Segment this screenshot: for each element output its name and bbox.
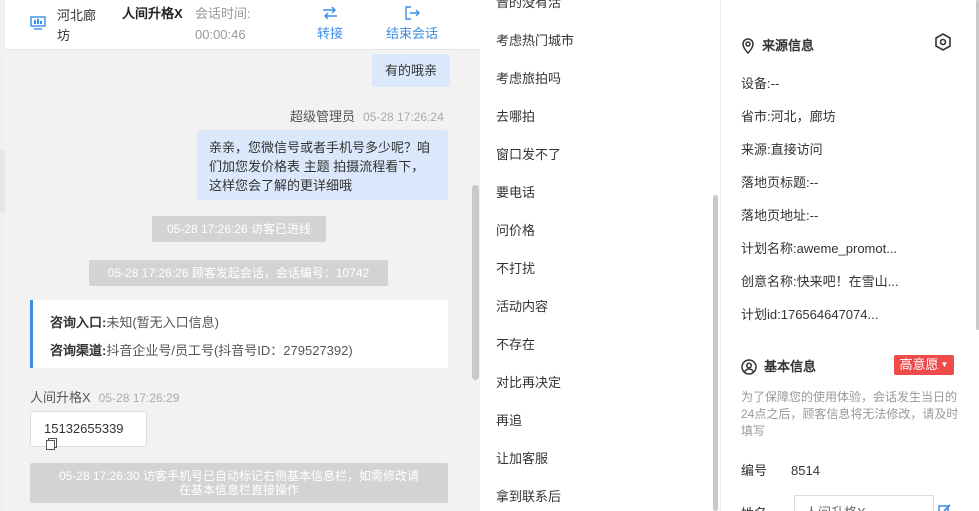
session-time-value: 00:00:46: [195, 27, 246, 42]
info-row-device: 设备:--: [741, 73, 779, 92]
quick-reply-item[interactable]: 活动内容: [496, 296, 548, 315]
quick-reply-item[interactable]: 拿到联系后: [496, 486, 561, 505]
info-value: 河北，廊坊: [770, 109, 836, 124]
message-sender: 超级管理员: [290, 109, 356, 124]
info-value: 176564647074...: [780, 307, 879, 322]
quick-reply-item[interactable]: 不打扰: [496, 258, 535, 277]
quick-reply-item[interactable]: 对比再决定: [496, 372, 561, 391]
chat-panel: 河北廊坊 人间升格X 会话时间: 00:00:46 转接 结束会话 有的哦亲 超…: [5, 0, 480, 511]
customer-name-input[interactable]: 人间升格X: [794, 495, 934, 511]
quick-reply-scrollbar[interactable]: [713, 195, 718, 511]
info-value: --: [809, 175, 819, 190]
info-key: 来源:: [741, 142, 771, 157]
exit-icon: [381, 4, 443, 22]
info-row-landing-url: 落地页地址:--: [741, 205, 818, 224]
quick-reply-item[interactable]: 不存在: [496, 334, 535, 353]
info-value: aweme_promot...: [796, 241, 898, 256]
monitor-icon: [30, 16, 46, 30]
quick-reply-panel: 晋的没有活 考虑热门城市 考虑旅拍吗 去哪拍 窗口发不了 要电话 问价格 不打扰…: [480, 0, 720, 511]
customer-code-row: 编号 8514: [741, 460, 820, 479]
quick-reply-item[interactable]: 窗口发不了: [496, 144, 561, 163]
info-value: 直接访问: [770, 142, 823, 157]
quick-reply-item[interactable]: 问价格: [496, 220, 535, 239]
message-bubble-incoming: 15132655339: [30, 411, 147, 450]
quick-reply-item[interactable]: 考虑旅拍吗: [496, 68, 561, 87]
user-circle-icon: [741, 359, 757, 375]
info-row-landing-title: 落地页标题:--: [741, 172, 818, 191]
consult-channel-value: 抖音企业号/员工号(抖音号ID：279527392): [106, 343, 353, 358]
system-message: 05-28 17:26:30 访客手机号已自动标记右侧基本信息栏，如需修改请 在…: [30, 463, 448, 503]
edit-deadline-notice: 为了保障您的使用体验，会话发生当日的24点之后，顾客信息将无法修改，请及时填写: [741, 390, 959, 438]
customer-code-value: 8514: [791, 463, 820, 478]
info-row-plan-id: 计划id:176564647074...: [741, 304, 878, 323]
chat-scrollbar[interactable]: [472, 185, 479, 380]
phone-number: 15132655339: [44, 421, 124, 436]
message-bubble-outgoing: 有的哦亲: [372, 54, 451, 87]
info-key: 计划名称:: [741, 241, 797, 256]
consult-entry-key: 咨询入口:: [50, 315, 107, 330]
edit-icon[interactable]: [938, 503, 952, 511]
quick-reply-item[interactable]: 要电话: [496, 182, 535, 201]
message-time: 05-28 17:26:29: [98, 391, 180, 405]
basic-info-title-text: 基本信息: [764, 359, 817, 374]
consult-entry-row: 咨询入口:未知(暂无入口信息): [50, 312, 219, 331]
end-session-button[interactable]: 结束会话: [381, 4, 443, 42]
end-session-label: 结束会话: [385, 26, 438, 41]
visitor-location: 河北廊坊: [57, 8, 97, 43]
info-value: --: [770, 76, 780, 91]
transfer-icon: [310, 4, 350, 22]
location-pin-icon: [742, 38, 754, 55]
consult-channel-row: 咨询渠道:抖音企业号/员工号(抖音号ID：279527392): [50, 340, 353, 359]
info-value: 快来吧！在雪山...: [796, 274, 899, 289]
info-key: 落地页地址:: [741, 208, 810, 223]
intent-level-label: 高意愿: [899, 357, 939, 372]
source-info-title: 来源信息: [741, 35, 815, 55]
system-message: 05-28 17:26:26 访客已进线: [152, 216, 326, 242]
consult-entry-card: 咨询入口:未知(暂无入口信息) 咨询渠道:抖音企业号/员工号(抖音号ID：279…: [30, 300, 448, 368]
info-key: 落地页标题:: [741, 175, 810, 190]
consult-channel-key: 咨询渠道:: [50, 343, 107, 358]
session-time-label: 会话时间:: [195, 6, 251, 21]
consult-entry-value: 未知(暂无入口信息): [106, 315, 220, 330]
visitor-name: 人间升格X: [122, 6, 183, 21]
quick-reply-item[interactable]: 考虑热门城市: [496, 30, 574, 49]
info-key: 创意名称:: [741, 274, 797, 289]
info-key: 计划id:: [741, 307, 781, 322]
intent-level-dropdown[interactable]: 高意愿 ▼: [894, 355, 954, 375]
source-info-title-text: 来源信息: [762, 38, 815, 53]
message-sender: 人间升格X: [30, 390, 91, 405]
transfer-button[interactable]: 转接: [310, 4, 350, 42]
quick-reply-item[interactable]: 晋的没有活: [496, 0, 561, 11]
transfer-label: 转接: [316, 26, 343, 41]
info-row-plan-name: 计划名称:aweme_promot...: [741, 238, 897, 257]
customer-name-label: 姓名: [741, 503, 767, 511]
message-time: 05-28 17:26:24: [363, 110, 444, 124]
quick-reply-item[interactable]: 去哪拍: [496, 106, 535, 125]
copy-icon[interactable]: [46, 438, 57, 450]
quick-reply-item[interactable]: 再追: [496, 410, 522, 429]
chat-header: 河北廊坊 人间升格X 会话时间: 00:00:46 转接 结束会话: [5, 0, 480, 50]
basic-info-title: 基本信息: [741, 356, 816, 375]
message-meta: 人间升格X 05-28 17:26:29: [30, 387, 179, 406]
quick-reply-item[interactable]: 让加客服: [496, 448, 548, 467]
message-bubble-outgoing: 亲亲，您微信号或者手机号多少呢？咱们加您发价格表 主题 拍摄流程看下，这样您会了…: [197, 130, 448, 200]
info-value: --: [809, 208, 819, 223]
visitor-info-panel: 来源信息 设备:-- 省市:河北，廊坊 来源:直接访问 落地页标题:-- 落地页…: [720, 0, 979, 511]
info-row-province: 省市:河北，廊坊: [741, 106, 836, 125]
info-row-source: 来源:直接访问: [741, 139, 823, 158]
message-meta: 超级管理员 05-28 17:26:24: [290, 106, 444, 125]
info-row-creative: 创意名称:快来吧！在雪山...: [741, 271, 898, 290]
settings-icon[interactable]: [934, 33, 952, 51]
customer-code-key: 编号: [741, 463, 768, 478]
info-key: 设备:: [741, 76, 771, 91]
caret-down-icon: ▼: [940, 360, 949, 369]
info-key: 省市:: [741, 109, 771, 124]
system-message: 05-28 17:26:26 顾客发起会话，会话编号：10742: [89, 260, 388, 286]
